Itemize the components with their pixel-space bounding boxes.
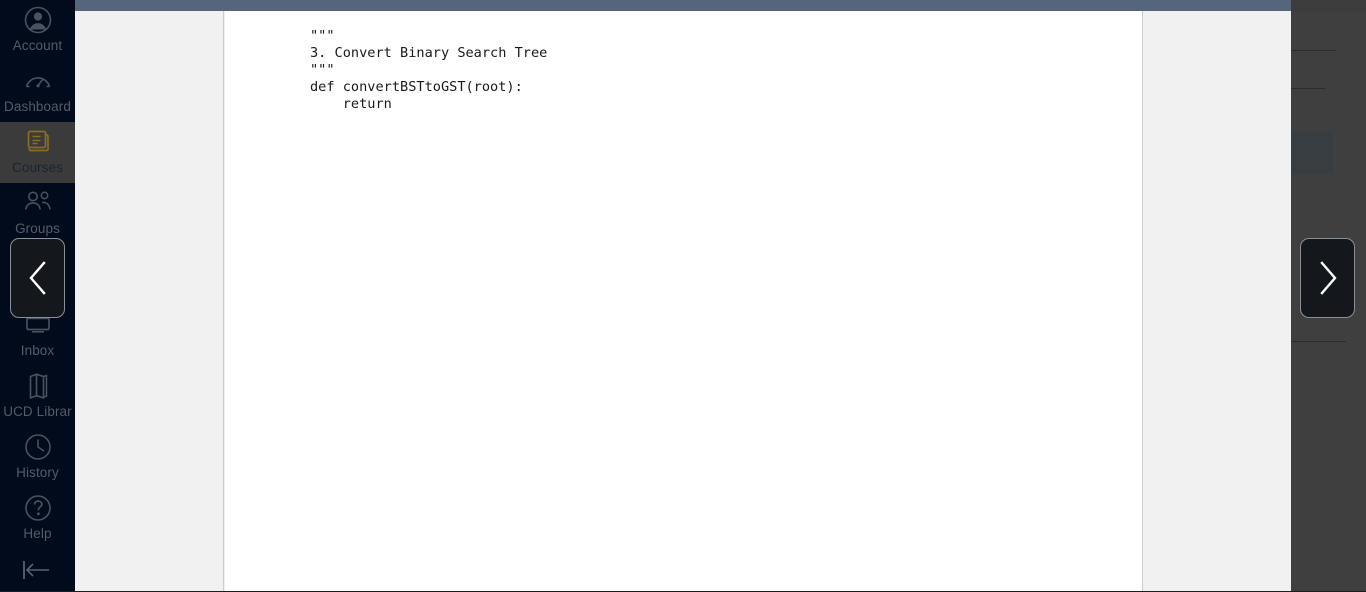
courses-book-icon (0, 128, 75, 158)
chevron-right-icon (1315, 258, 1341, 298)
help-question-icon (0, 494, 75, 524)
sidebar-label-courses: Courses (12, 160, 63, 175)
sidebar-collapse-button[interactable] (0, 552, 75, 592)
sidebar-label-groups: Groups (15, 221, 60, 236)
dashboard-gauge-icon (0, 67, 75, 97)
sidebar-item-dashboard[interactable]: Dashboard (0, 61, 75, 122)
dark-panel-divider-2 (1291, 88, 1325, 89)
top-bar-right-dark-segment (1291, 0, 1366, 11)
account-avatar-icon (0, 6, 75, 36)
sidebar-item-groups[interactable]: Groups (0, 183, 75, 244)
code-snippet: """ 3. Convert Binary Search Tree """ de… (310, 28, 548, 112)
sidebar-label-history: History (16, 465, 59, 480)
history-clock-icon (0, 433, 75, 463)
collapse-left-arrow-icon (21, 559, 55, 586)
chevron-left-icon (25, 258, 51, 298)
sidebar-item-history[interactable]: History (0, 427, 75, 488)
course-navigation-gutter (75, 11, 224, 592)
right-sidebar-pane (1144, 11, 1291, 592)
top-browser-bar (75, 0, 1291, 11)
sidebar-label-inbox: Inbox (20, 343, 55, 358)
sidebar-item-ucd-library[interactable]: UCD Librar (0, 366, 75, 427)
dark-panel-divider-1 (1291, 50, 1336, 51)
document-content-pane: """ 3. Convert Binary Search Tree """ de… (225, 11, 1143, 592)
dark-panel-divider-3 (1291, 341, 1346, 342)
sidebar-item-courses[interactable]: Courses (0, 122, 75, 183)
next-page-button[interactable] (1300, 238, 1355, 318)
sidebar-label-account: Account (12, 38, 63, 53)
sidebar-item-account[interactable]: Account (0, 0, 75, 61)
groups-people-icon (0, 189, 75, 219)
application-root: Account Dashboard Courses Groups Inbox U… (0, 0, 1366, 592)
library-books-icon (0, 372, 75, 402)
sidebar-label-ucd-library: UCD Librar (3, 404, 72, 419)
sidebar-label-dashboard: Dashboard (4, 99, 71, 114)
sidebar-label-help: Help (23, 526, 52, 541)
previous-page-button[interactable] (10, 238, 65, 318)
sidebar-item-help[interactable]: Help (0, 488, 75, 549)
dark-panel-card (1291, 132, 1333, 174)
